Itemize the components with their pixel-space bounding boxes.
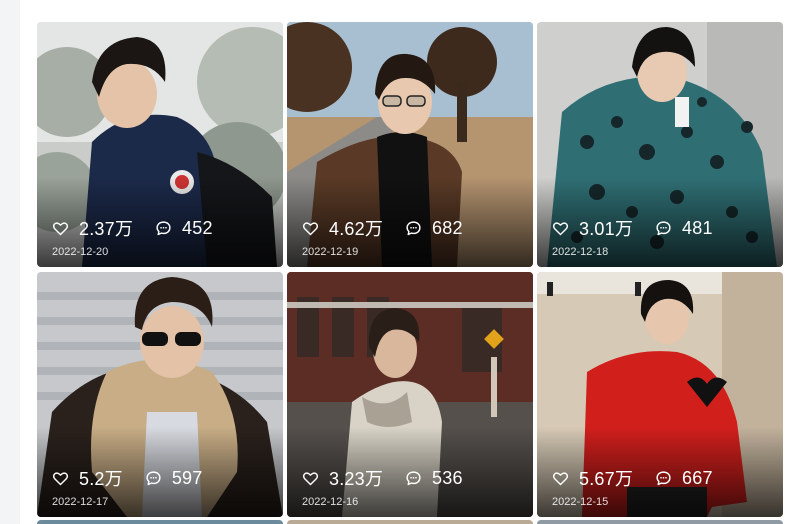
like-count: 5.67万 bbox=[579, 469, 634, 489]
comment-stat[interactable]: 452 bbox=[155, 218, 213, 239]
like-stat[interactable]: 2.37万 bbox=[52, 215, 133, 241]
next-row-card-peek[interactable] bbox=[537, 520, 783, 524]
comment-bubble-icon bbox=[156, 220, 171, 235]
comment-count: 597 bbox=[171, 467, 203, 488]
post-card[interactable]: 2.37万 452 2022-12-20 bbox=[37, 22, 283, 267]
post-card[interactable]: 3.23万 536 2022-12-16 bbox=[287, 272, 533, 517]
heart-icon bbox=[552, 221, 569, 235]
comment-bubble-icon bbox=[656, 220, 671, 235]
comment-bubble-icon bbox=[406, 220, 421, 235]
comment-count: 481 bbox=[682, 217, 713, 238]
heart-icon bbox=[52, 221, 69, 235]
heart-icon bbox=[302, 221, 319, 235]
post-stats: 4.62万 682 bbox=[302, 215, 485, 241]
post-card[interactable]: 5.67万 667 2022-12-15 bbox=[537, 272, 783, 517]
post-stats: 3.01万 481 bbox=[552, 215, 735, 241]
comment-stat[interactable]: 682 bbox=[405, 218, 463, 239]
post-date: 2022-12-15 bbox=[552, 496, 609, 508]
like-count: 4.62万 bbox=[329, 219, 384, 239]
like-stat[interactable]: 3.01万 bbox=[552, 215, 633, 241]
heart-icon bbox=[552, 471, 569, 485]
comment-bubble-icon bbox=[146, 470, 161, 485]
like-stat[interactable]: 3.23万 bbox=[302, 465, 383, 491]
post-card[interactable]: 4.62万 682 2022-12-19 bbox=[287, 22, 533, 267]
comment-bubble-icon bbox=[406, 470, 421, 485]
post-stats: 3.23万 536 bbox=[302, 465, 485, 491]
like-count: 3.23万 bbox=[329, 469, 384, 489]
next-row-card-peek[interactable] bbox=[37, 520, 283, 524]
post-stats: 5.67万 667 bbox=[552, 465, 735, 491]
post-date: 2022-12-18 bbox=[552, 246, 609, 258]
comment-stat[interactable]: 481 bbox=[655, 218, 713, 239]
like-count: 3.01万 bbox=[579, 219, 634, 239]
like-stat[interactable]: 5.67万 bbox=[552, 465, 633, 491]
comment-count: 667 bbox=[682, 467, 713, 488]
post-date: 2022-12-19 bbox=[302, 246, 359, 258]
comment-count: 452 bbox=[182, 217, 213, 238]
heart-icon bbox=[302, 471, 319, 485]
comment-stat[interactable]: 536 bbox=[405, 468, 463, 489]
post-grid: 2.37万 452 2022-12-20 4.62万 682 2022-12-1… bbox=[37, 22, 783, 517]
heart-icon bbox=[52, 471, 69, 485]
post-card[interactable]: 5.2万 597 2022-12-17 bbox=[37, 272, 283, 517]
like-count: 2.37万 bbox=[79, 219, 134, 239]
post-date: 2022-12-17 bbox=[52, 496, 109, 508]
post-date: 2022-12-16 bbox=[302, 496, 359, 508]
like-stat[interactable]: 5.2万 bbox=[52, 465, 123, 491]
post-stats: 5.2万 597 bbox=[52, 465, 224, 491]
comment-stat[interactable]: 667 bbox=[655, 468, 713, 489]
comment-bubble-icon bbox=[656, 470, 671, 485]
post-stats: 2.37万 452 bbox=[52, 215, 235, 241]
comment-stat[interactable]: 597 bbox=[145, 468, 203, 489]
like-stat[interactable]: 4.62万 bbox=[302, 215, 383, 241]
comment-count: 536 bbox=[432, 467, 463, 488]
next-row-card-peek[interactable] bbox=[287, 520, 533, 524]
comment-count: 682 bbox=[432, 217, 463, 238]
post-date: 2022-12-20 bbox=[52, 246, 109, 258]
post-card[interactable]: 3.01万 481 2022-12-18 bbox=[537, 22, 783, 267]
like-count: 5.2万 bbox=[79, 469, 123, 489]
